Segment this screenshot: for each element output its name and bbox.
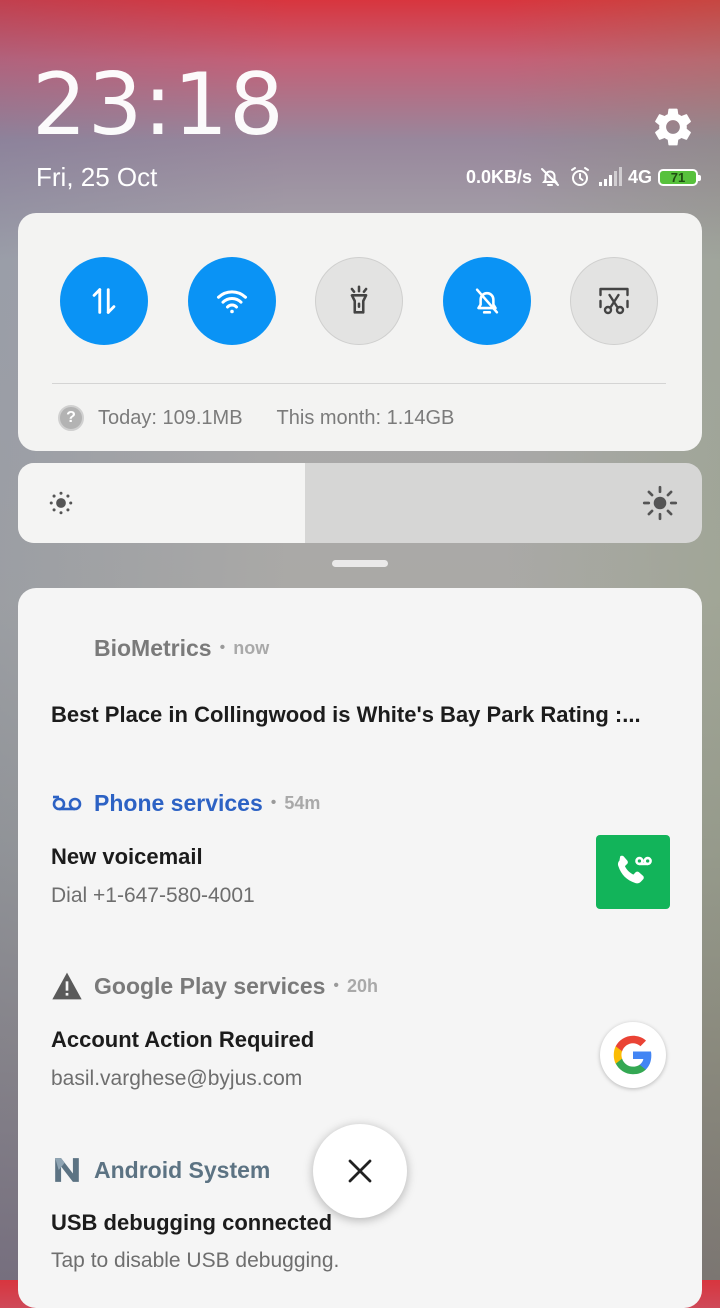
separator-dot: • <box>333 977 340 994</box>
drag-handle[interactable] <box>332 560 388 567</box>
help-icon: ? <box>58 405 84 431</box>
gear-icon[interactable] <box>650 104 696 150</box>
wifi-toggle[interactable] <box>188 257 276 345</box>
close-icon <box>348 1159 372 1183</box>
notification-title: Account Action Required <box>51 1027 315 1052</box>
app-name: Phone services <box>94 789 263 816</box>
notification-time: now <box>233 637 270 658</box>
alarm-icon <box>570 167 589 186</box>
screenshot-toggle[interactable] <box>570 257 658 345</box>
data-usage-month: This month: 1.14GB <box>276 406 455 429</box>
network-speed: 0.0KB/s <box>465 166 532 187</box>
data-arrows-icon <box>92 288 116 314</box>
data-usage-today: Today: 109.1MB <box>98 406 243 429</box>
quick-settings-divider <box>52 383 666 384</box>
battery-level: 71 <box>670 169 686 185</box>
voicemail-thumbnail-icon <box>596 835 670 909</box>
app-name: Google Play services <box>94 972 326 999</box>
brightness-low-icon <box>49 491 73 515</box>
battery-icon: 71 <box>658 168 701 186</box>
flashlight-toggle[interactable] <box>315 257 403 345</box>
silent-toggle[interactable] <box>443 257 531 345</box>
clock[interactable]: 23:18 <box>32 62 285 148</box>
data-usage[interactable]: ? Today: 109.1MB This month: 1.14GB <box>58 403 454 433</box>
warning-icon <box>50 969 84 1003</box>
biometrics-app-icon <box>50 631 84 665</box>
notification-header: Android System <box>50 1153 270 1187</box>
network-type: 4G <box>627 166 652 187</box>
notification-header: Google Play services • 20h <box>50 969 378 1003</box>
notification-body: Dial +1-647-580-4001 <box>51 884 255 907</box>
flashlight-icon <box>350 285 368 314</box>
notification-title: USB debugging connected <box>51 1210 333 1235</box>
clear-all-button[interactable] <box>313 1124 407 1218</box>
notification-header: BioMetrics • now <box>50 631 269 665</box>
notification-body: Tap to disable USB debugging. <box>51 1249 340 1272</box>
notification-header: Phone services • 54m <box>50 786 320 820</box>
app-name: Android System <box>94 1156 271 1183</box>
notification-body: basil.varghese@byjus.com <box>51 1067 303 1090</box>
wifi-icon <box>217 290 247 314</box>
quick-settings-panel: ? Today: 109.1MB This month: 1.14GB <box>18 213 702 451</box>
android-n-icon <box>50 1153 84 1187</box>
separator-dot: • <box>219 639 226 656</box>
bell-off-icon <box>475 288 499 314</box>
notification-title: Best Place in Collingwood is White's Bay… <box>51 702 641 727</box>
status-bar: 0.0KB/s 4G 71 <box>465 162 701 192</box>
notification-time: 20h <box>347 975 379 996</box>
separator-dot: • <box>270 794 277 811</box>
brightness-slider[interactable] <box>18 463 702 543</box>
mobile-data-toggle[interactable] <box>60 257 148 345</box>
bell-off-status-icon <box>540 168 559 186</box>
signal-icon <box>598 167 622 186</box>
voicemail-icon <box>50 786 84 820</box>
google-logo-icon <box>600 1022 666 1088</box>
app-name: BioMetrics <box>94 634 212 661</box>
date[interactable]: Fri, 25 Oct <box>36 162 157 193</box>
scissors-icon <box>599 287 629 315</box>
brightness-high-icon <box>642 485 678 521</box>
notification-title: New voicemail <box>51 844 203 869</box>
notification-time: 54m <box>284 792 321 813</box>
